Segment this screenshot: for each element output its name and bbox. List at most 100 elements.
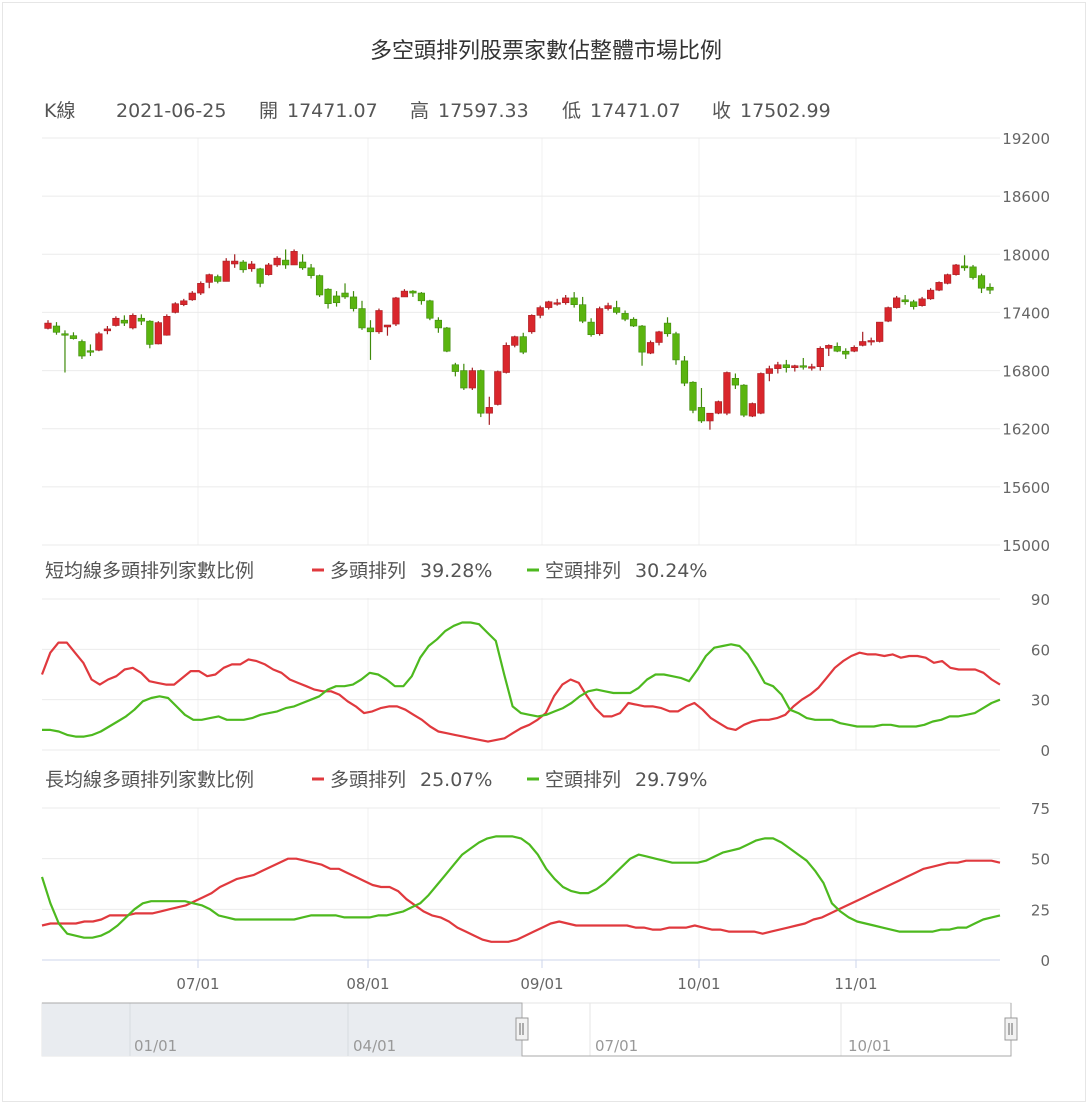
- candle: [417, 292, 426, 305]
- candle: [103, 325, 112, 335]
- candle: [528, 314, 536, 334]
- candle: [536, 305, 544, 319]
- candle: [706, 412, 714, 430]
- candle: [926, 288, 935, 300]
- candle: [816, 346, 824, 371]
- short-bear-legend-value: 30.24%: [635, 560, 707, 582]
- candle: [146, 320, 154, 349]
- candle: [383, 324, 392, 336]
- info-date: 2021-06-25: [116, 100, 226, 122]
- candle: [570, 292, 578, 308]
- x-tick-label: 09/01: [520, 975, 563, 993]
- candle: [689, 381, 697, 414]
- long-bull-legend-value: 25.07%: [420, 769, 492, 791]
- candle: [248, 261, 256, 272]
- candle: [409, 290, 417, 297]
- short-y-tick-label: 90: [1031, 591, 1050, 609]
- ohlc-info-bar: K線 2021-06-25 開 17471.07 高 17597.33 低 17…: [44, 100, 831, 122]
- high-label: 高: [410, 100, 429, 122]
- candle: [893, 295, 901, 309]
- candle: [502, 342, 510, 374]
- candle: [943, 273, 952, 285]
- chart-svg: 多空頭排列股票家數佔整體市場比例 K線 2021-06-25 開 17471.0…: [40, 39, 1050, 1057]
- low-label: 低: [562, 100, 581, 122]
- candle: [952, 263, 960, 276]
- candle: [434, 317, 442, 333]
- candle: [596, 306, 604, 336]
- candle: [341, 283, 349, 299]
- long-y-tick-label: 75: [1031, 800, 1050, 818]
- candle: [282, 249, 290, 269]
- chart-title: 多空頭排列股票家數佔整體市場比例: [370, 39, 722, 64]
- price-y-tick-label: 18000: [1002, 246, 1050, 264]
- candle: [61, 330, 69, 373]
- candle: [884, 306, 892, 323]
- candle: [273, 256, 281, 267]
- x-tick-label: 08/01: [346, 975, 389, 993]
- candle: [511, 335, 519, 348]
- range-navigator: 01/01 04/01 07/01 10/01: [41, 1002, 1018, 1057]
- candle: [672, 331, 680, 365]
- x-axis-ticks: 07/01 08/01 09/01 10/01 11/01: [176, 960, 878, 993]
- candle: [154, 321, 162, 345]
- candle: [265, 263, 273, 276]
- candle: [451, 362, 459, 377]
- candle: [757, 372, 765, 415]
- candle: [765, 365, 773, 382]
- candle: [400, 289, 409, 298]
- short-y-tick-label: 60: [1031, 641, 1050, 659]
- candle: [808, 363, 816, 371]
- navigator-right-handle[interactable]: [1004, 1017, 1018, 1041]
- candle: [112, 316, 120, 327]
- navigator-tick-1: 01/01: [134, 1037, 177, 1055]
- candle: [205, 273, 213, 289]
- candle: [977, 273, 986, 294]
- candle: [171, 302, 179, 314]
- x-tick-label: 07/01: [176, 975, 219, 993]
- price-y-tick-label: 19200: [1002, 130, 1050, 148]
- long-y-tick-label: 50: [1031, 851, 1050, 869]
- short-y-tick-label: 30: [1031, 692, 1050, 710]
- candle: [646, 340, 655, 355]
- long-bear-legend-name: 空頭排列: [545, 769, 621, 791]
- candle: [494, 370, 502, 406]
- candle: [910, 299, 918, 310]
- candle: [358, 300, 366, 330]
- navigator-left-handle[interactable]: [515, 1017, 529, 1041]
- close-label: 收: [712, 100, 731, 122]
- short-panel-label: 短均線多頭排列家數比例: [45, 560, 254, 582]
- candle: [519, 332, 527, 355]
- candle: [443, 326, 451, 353]
- candle: [69, 332, 78, 340]
- candle: [349, 291, 358, 312]
- candle: [850, 345, 858, 353]
- short-y-tick-label: 0: [1040, 742, 1050, 760]
- candle: [392, 296, 400, 326]
- long-panel-header: 長均線多頭排列家數比例 多頭排列 25.07% 空頭排列 29.79%: [45, 769, 707, 791]
- candle: [604, 302, 612, 311]
- candle: [799, 357, 807, 370]
- candle: [833, 342, 841, 353]
- candle: [842, 348, 850, 359]
- candle: [231, 254, 239, 268]
- candle: [290, 249, 298, 266]
- candle: [95, 331, 103, 352]
- y-axis-labels: 15000 15600 16200 16800 17400 18000 18600 19200…: [1002, 130, 1050, 970]
- long-bear-legend-value: 29.79%: [635, 769, 707, 791]
- candle: [214, 274, 222, 284]
- candle: [918, 296, 926, 307]
- navigator-tick-2: 04/01: [353, 1037, 396, 1055]
- candle: [52, 322, 61, 335]
- candle: [375, 308, 383, 334]
- price-y-tick-label: 16800: [1002, 363, 1050, 381]
- x-tick-label: 11/01: [834, 975, 877, 993]
- short-panel-header: 短均線多頭排列家數比例 多頭排列 39.28% 空頭排列 30.24%: [45, 560, 707, 582]
- candle: [969, 264, 977, 280]
- candle: [774, 361, 782, 374]
- long-y-tick-label: 0: [1040, 952, 1050, 970]
- candle: [986, 283, 994, 295]
- candle: [655, 330, 663, 346]
- candle: [188, 291, 196, 301]
- candle: [468, 367, 476, 390]
- candle: [663, 317, 672, 337]
